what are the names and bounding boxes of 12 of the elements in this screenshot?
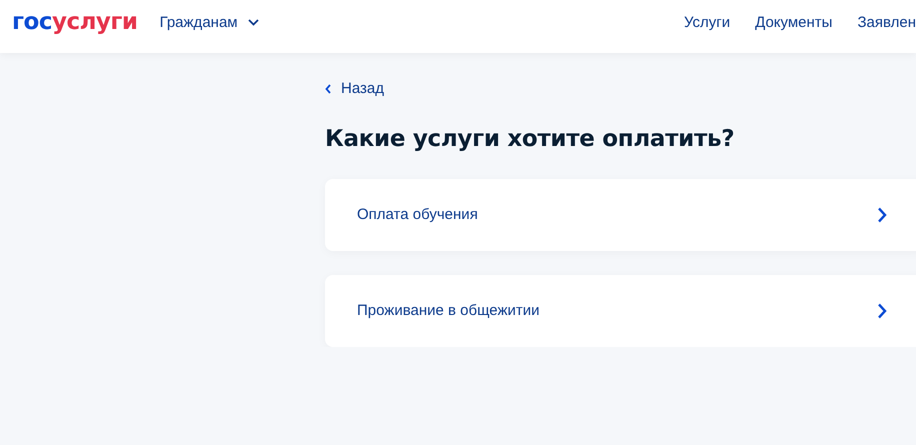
service-option[interactable]: Оплата обучения [325,178,916,250]
chevron-right-icon [877,302,887,318]
audience-dropdown[interactable]: Гражданам [160,14,259,31]
nav-link[interactable]: Документы [755,14,832,31]
chevron-right-icon [877,206,887,222]
logo[interactable]: госуслуги [12,11,138,34]
nav-link[interactable]: Заявлен [857,14,916,31]
page-title: Какие услуги хотите оплатить? [325,126,736,152]
nav-link[interactable]: Услуги [684,14,730,31]
chevron-left-icon [325,84,331,94]
back-link[interactable]: Назад [325,80,384,97]
service-option[interactable]: Проживание в общежитии [325,274,916,346]
